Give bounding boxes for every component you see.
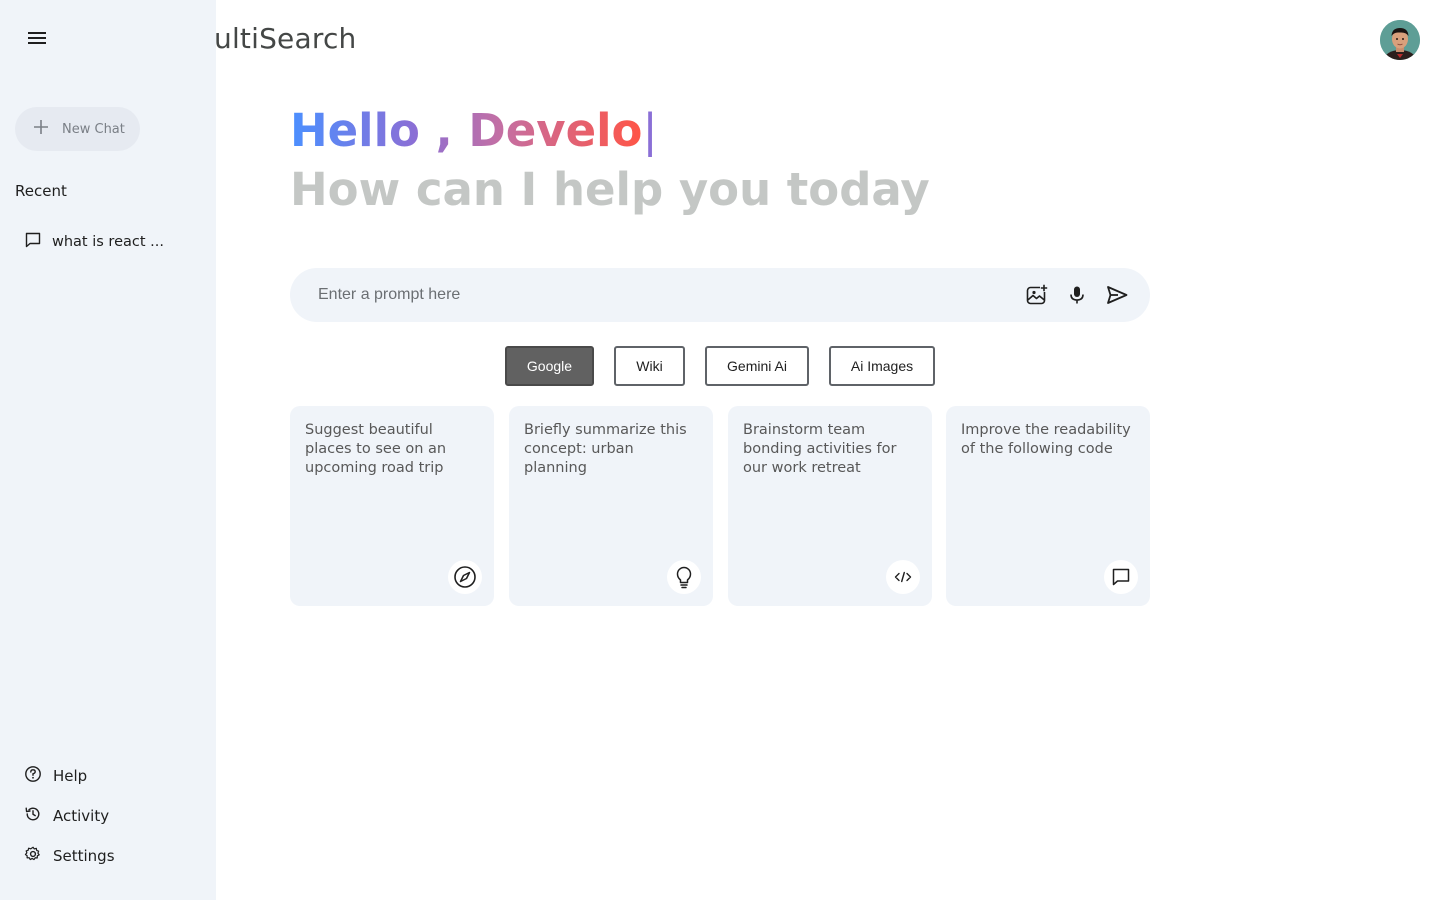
suggestion-card[interactable]: Brainstorm team bonding activities for o… <box>728 406 932 606</box>
greeting-title: Hello , Develo| <box>290 103 658 159</box>
engine-ai-images-button[interactable]: Ai Images <box>829 346 935 386</box>
history-icon <box>24 805 42 827</box>
engine-wiki-button[interactable]: Wiki <box>614 346 685 386</box>
menu-icon[interactable] <box>24 25 50 51</box>
activity-button[interactable]: Activity <box>24 805 109 827</box>
suggestion-text: Improve the readability of the following… <box>961 422 1131 457</box>
lightbulb-icon <box>667 560 701 594</box>
recent-heading: Recent <box>15 182 67 200</box>
suggestion-text: Brainstorm team bonding activities for o… <box>743 422 897 476</box>
new-chat-button[interactable]: New Chat <box>15 107 140 151</box>
message-icon <box>24 231 42 253</box>
suggestion-card[interactable]: Suggest beautiful places to see on an up… <box>290 406 494 606</box>
prompt-input[interactable] <box>318 286 1024 304</box>
engine-google-button[interactable]: Google <box>505 346 594 386</box>
settings-label: Settings <box>53 847 115 865</box>
app-root: New Chat Recent what is react ... Help A… <box>0 0 1440 900</box>
prompt-bar <box>290 268 1150 322</box>
user-avatar[interactable] <box>1380 20 1420 60</box>
engine-gemini-button[interactable]: Gemini Ai <box>705 346 809 386</box>
suggestion-card[interactable]: Improve the readability of the following… <box>946 406 1150 606</box>
new-chat-label: New Chat <box>62 121 125 137</box>
activity-label: Activity <box>53 807 110 825</box>
recent-chat-item[interactable]: what is react ... <box>24 230 164 254</box>
compass-icon <box>448 560 482 594</box>
engine-selector: Google Wiki Gemini Ai Ai Images <box>0 346 1440 386</box>
suggestion-card[interactable]: Briefly summarize this concept: urban pl… <box>509 406 713 606</box>
suggestion-text: Suggest beautiful places to see on an up… <box>305 422 447 476</box>
sidebar: New Chat Recent what is react ... Help A… <box>0 0 216 900</box>
plus-icon <box>32 118 50 140</box>
recent-chat-label: what is react ... <box>52 234 164 250</box>
greeting-hello: Hello , Develo <box>290 104 643 157</box>
message-icon <box>1104 560 1138 594</box>
prompt-actions <box>1024 282 1130 308</box>
settings-button[interactable]: Settings <box>24 845 115 867</box>
send-icon[interactable] <box>1104 282 1130 308</box>
greeting-subtitle: How can I help you today <box>290 163 930 216</box>
app-title: ultiSearch <box>214 22 357 55</box>
help-label: Help <box>53 767 88 785</box>
code-icon <box>886 560 920 594</box>
add-image-icon[interactable] <box>1024 282 1050 308</box>
gear-icon <box>24 845 42 867</box>
microphone-icon[interactable] <box>1064 282 1090 308</box>
question-circle-icon <box>24 765 42 787</box>
suggestion-text: Briefly summarize this concept: urban pl… <box>524 422 687 476</box>
typing-cursor: | <box>642 104 658 157</box>
help-button[interactable]: Help <box>24 765 87 787</box>
